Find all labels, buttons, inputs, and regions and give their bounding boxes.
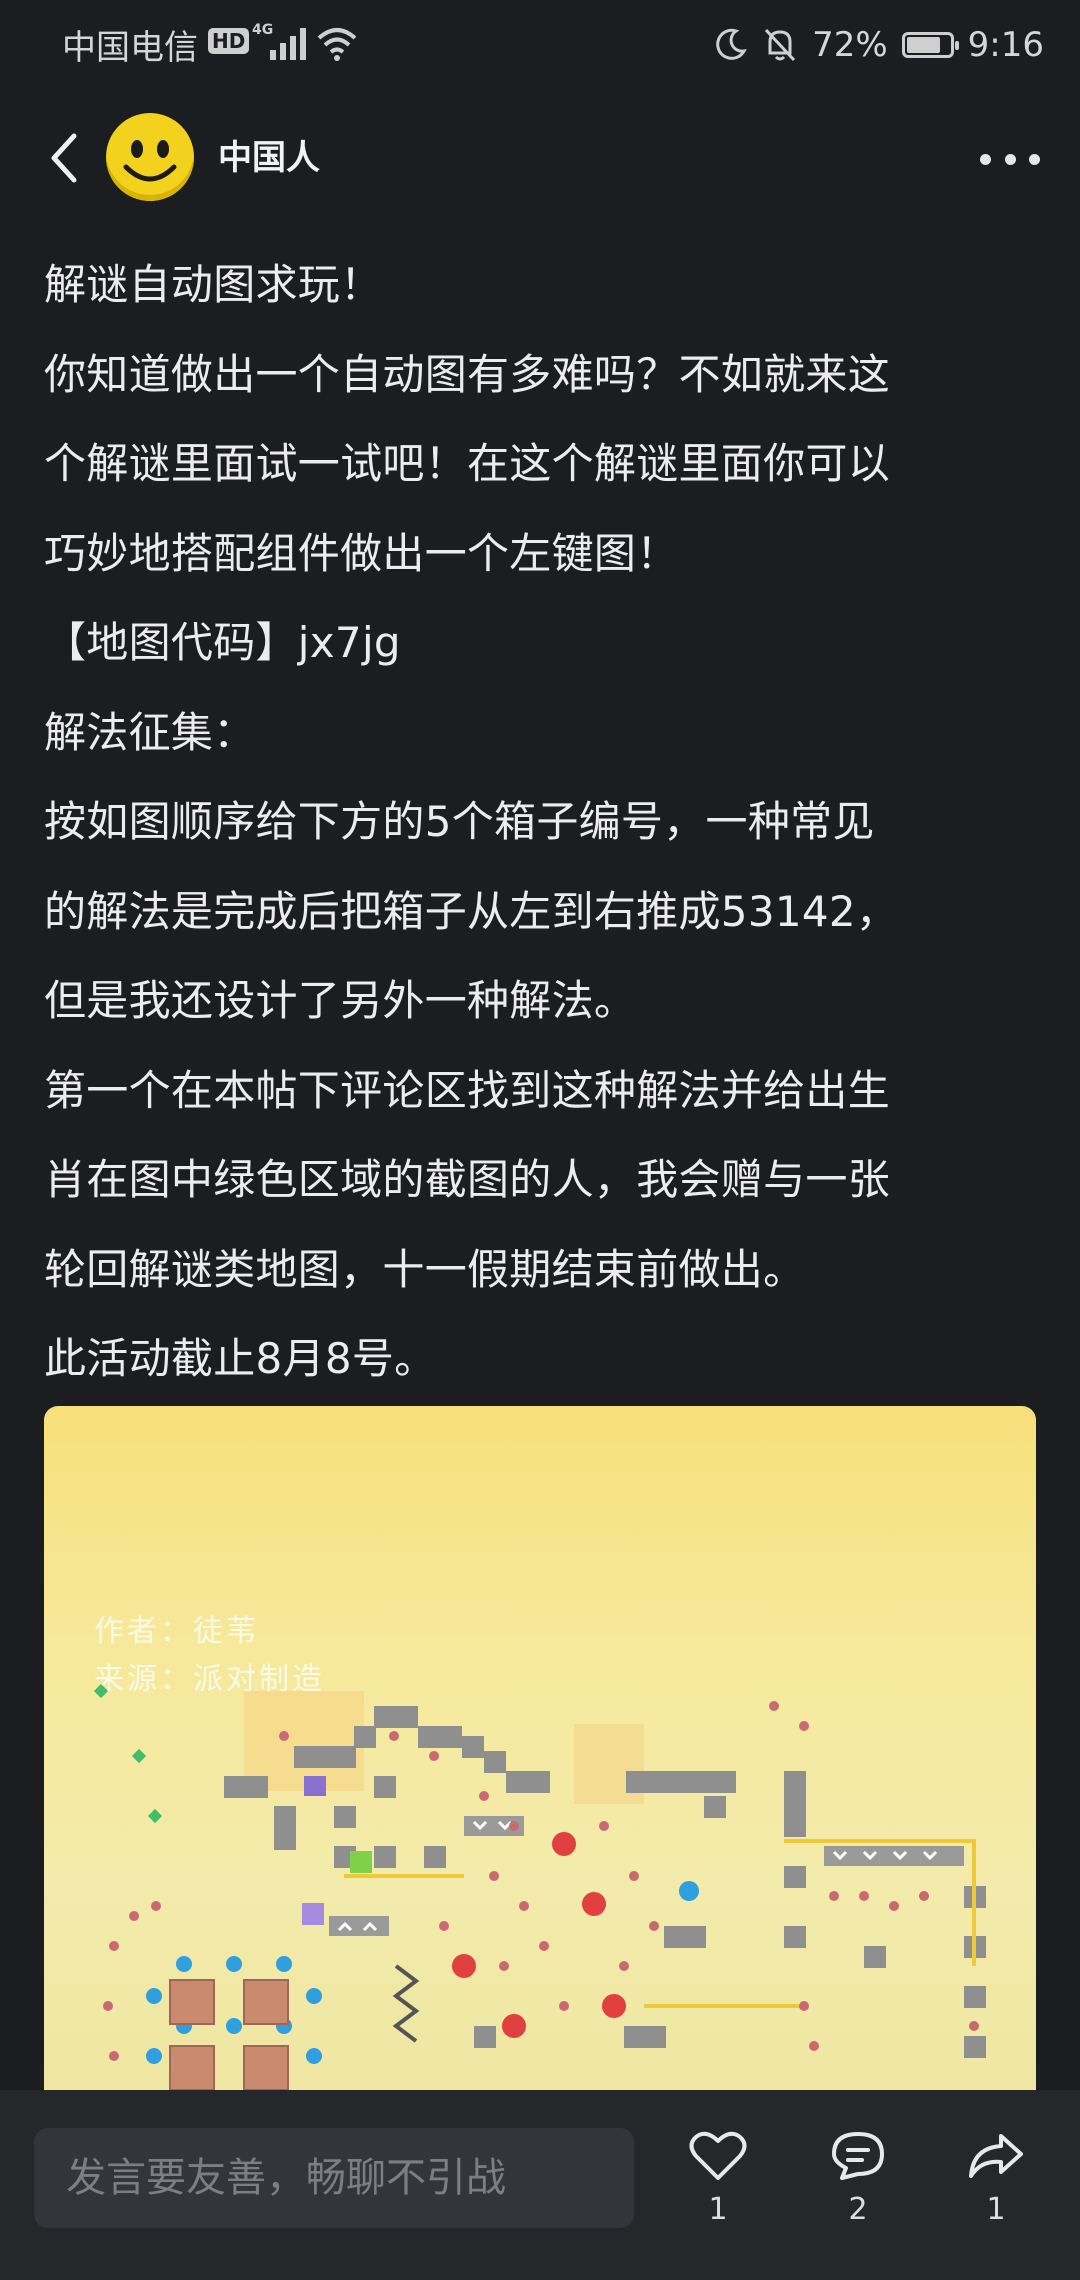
post-line: 解法征集： (44, 707, 256, 757)
like-count: 1 (708, 2192, 728, 2227)
share-count: 1 (986, 2192, 1006, 2227)
comment-input[interactable]: 发言要友善，畅聊不引战 (34, 2128, 634, 2228)
post-line: 第一个在本帖下评论区找到这种解法并给出生 (44, 1065, 891, 1115)
post-line: 肖在图中绿色区域的截图的人，我会赠与一张 (44, 1155, 891, 1204)
post-line: 你知道做出一个自动图有多难吗？不如就来这 (44, 349, 891, 399)
battery-percent: 72% (812, 25, 888, 65)
username[interactable]: 中国人 (218, 130, 320, 179)
post-line: 但是我还设计了另外一种解法。 (44, 976, 637, 1025)
signal-icon (270, 28, 306, 60)
share-button[interactable]: 1 (956, 2130, 1036, 2240)
comment-count: 2 (848, 2192, 868, 2227)
like-button[interactable]: 1 (678, 2130, 758, 2240)
comment-button[interactable]: 2 (818, 2130, 898, 2240)
heart-icon (689, 2131, 747, 2180)
game-map-illustration (93, 1683, 986, 2090)
comment-bubble-icon (832, 2132, 884, 2180)
post-line: 此活动截止8月8号。 (44, 1334, 437, 1383)
chevron-left-icon[interactable] (44, 130, 84, 186)
post-line: 个解谜里面试一试吧！在这个解谜里面你可以 (44, 439, 891, 488)
post-line: 按如图顺序给下方的5个箱子编号，一种常见 (44, 797, 875, 846)
wifi-icon (317, 28, 357, 61)
smiley-icon (123, 140, 177, 182)
more-dots-icon[interactable] (980, 134, 1040, 184)
post-body: 解谜自动图求玩！ 你知道做出一个自动图有多难吗？不如就来这 个解谜里面试一试吧！… (44, 240, 1034, 1404)
status-right: 72% 9:16 (712, 20, 1044, 70)
clock: 9:16 (967, 25, 1044, 65)
avatar[interactable] (106, 113, 194, 201)
post-line: 巧妙地搭配组件做出一个左键图！ (44, 528, 679, 578)
share-arrow-icon (969, 2134, 1023, 2178)
bottom-bar: 发言要友善，畅聊不引战 1 2 1 (0, 2090, 1080, 2280)
moon-icon (716, 28, 747, 60)
mute-bell-icon (764, 28, 796, 62)
post-line: 轮回解谜类地图，十一假期结束前做出。 (44, 1244, 806, 1294)
post-image[interactable]: 作者：徒苇 来源：派对制造 (44, 1406, 1036, 2090)
battery-icon (901, 32, 959, 58)
post-line: 的解法是完成后把箱子从左到右推成53142， (44, 886, 899, 936)
post-line: 解谜自动图求玩！ (44, 260, 383, 309)
post-header: 中国人 (0, 108, 1080, 208)
post-line: 【地图代码】jx7jg (44, 618, 401, 667)
carrier-label: 中国电信 (62, 28, 198, 68)
hd-badge: HD (208, 28, 250, 54)
status-bar: 中国电信 HD 4G 72% 9:16 (0, 0, 1080, 92)
